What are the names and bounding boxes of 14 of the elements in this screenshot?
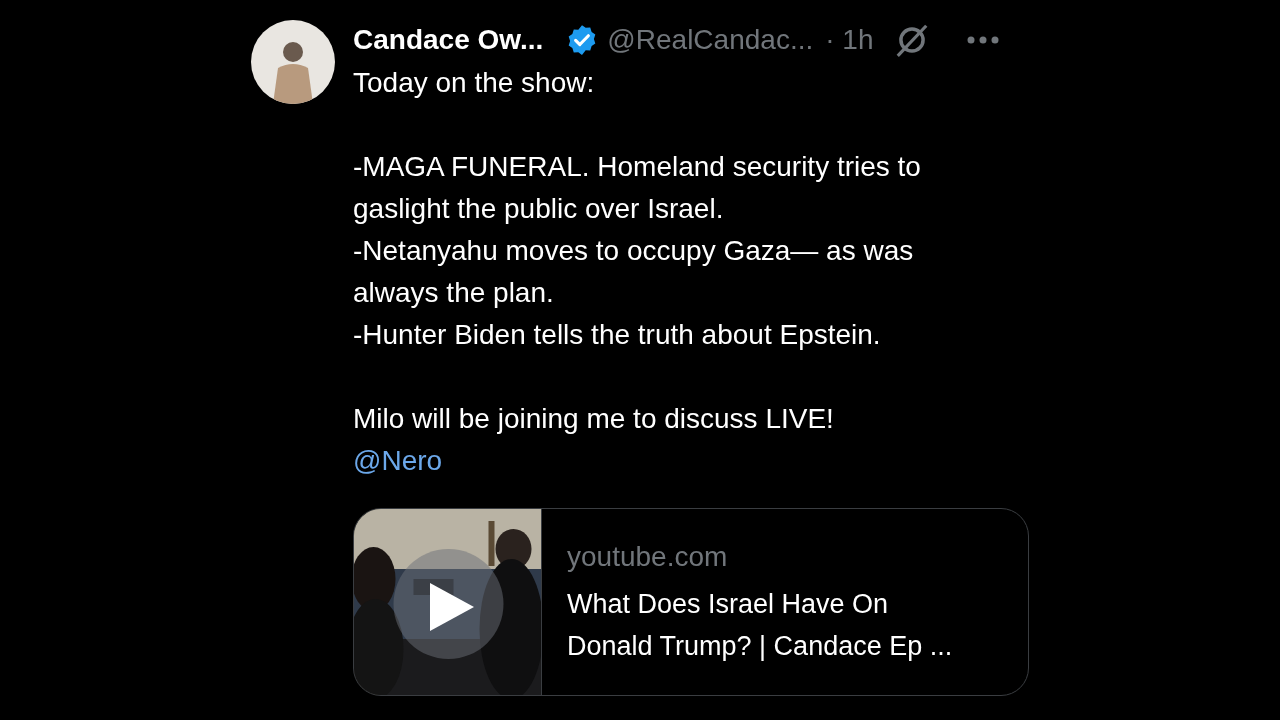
post-text: Milo will be joining me to discuss LIVE! bbox=[353, 402, 835, 436]
user-handle[interactable]: @RealCandac... bbox=[607, 26, 814, 54]
play-icon[interactable] bbox=[428, 581, 476, 633]
author-name[interactable]: Candace Ow... bbox=[353, 26, 544, 54]
post-time[interactable]: · 1h bbox=[825, 26, 874, 54]
post-text: -Netanyahu moves to occupy Gaza— as was always the plan. bbox=[353, 234, 915, 310]
mention-link[interactable]: @Nero bbox=[353, 440, 443, 482]
post-text: Today on the show: bbox=[353, 66, 596, 100]
link-title: What Does Israel Have On Donald Trump? | Candace Ep ... bbox=[567, 588, 954, 663]
post-text: -MAGA FUNERAL. Homeland security tries to gaslight the public over Israel. bbox=[353, 150, 922, 226]
link-domain: youtube.com bbox=[567, 540, 729, 574]
link-card[interactable]: youtube.com What Does Israel Have On Donald Trump? | Candace Ep ... bbox=[353, 508, 1029, 696]
more-options-icon[interactable] bbox=[967, 35, 1000, 45]
post-text: -Hunter Biden tells the truth about Epstein. bbox=[353, 318, 882, 352]
